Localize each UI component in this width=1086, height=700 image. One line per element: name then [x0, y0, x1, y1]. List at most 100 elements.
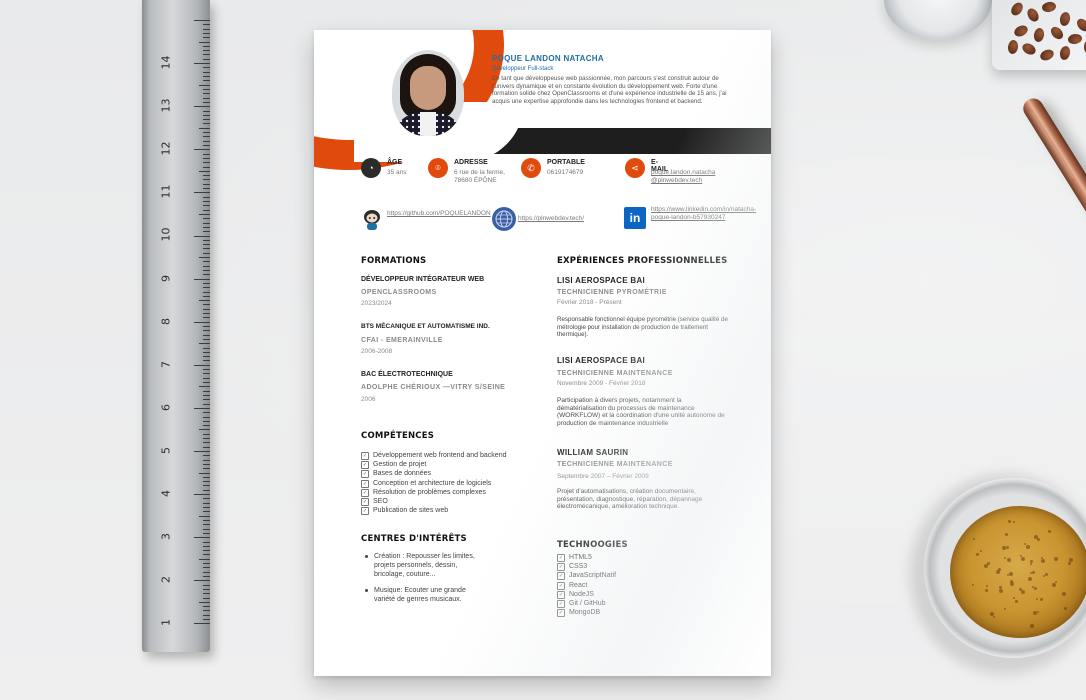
experience-date: Février 2018 - Présent — [557, 299, 622, 306]
crema-bubble — [1014, 599, 1018, 603]
coffee-bean — [1038, 47, 1056, 63]
list-item: ✓ Publication de sites web — [361, 507, 449, 516]
ruler-tick — [203, 140, 210, 142]
crema-bubble — [985, 585, 988, 588]
list-item: ✓ CSS3 — [557, 563, 588, 572]
ruler-tick — [203, 45, 210, 47]
ruler-tick — [203, 614, 210, 616]
crema-bubble — [1004, 607, 1007, 610]
ruler-tick — [199, 170, 210, 172]
ruler-tick — [199, 558, 210, 560]
age-icon: ◔ — [361, 158, 381, 178]
ruler-tick — [203, 179, 210, 181]
ruler-tick — [203, 222, 210, 224]
crema-bubble — [1067, 562, 1071, 566]
ruler-tick — [203, 71, 210, 73]
ruler-tick — [203, 24, 210, 26]
ruler-tick — [203, 571, 210, 573]
experience-position: TECHNICIENNE MAINTENANCE — [557, 370, 673, 377]
ruler-tick — [203, 606, 210, 608]
ruler-tick — [199, 343, 210, 345]
crema-bubble — [1068, 557, 1073, 562]
github-link[interactable]: https://github.com/POQUELANDON — [387, 210, 491, 218]
metal-ruler: 14 13 12 11 10 9 8 7 6 5 4 3 2 1 — [142, 0, 210, 652]
ruler-tick — [199, 300, 210, 302]
ruler-tick — [203, 244, 210, 246]
ruler-tick — [203, 28, 210, 30]
ruler-tick — [203, 196, 210, 198]
ruler-tick — [194, 321, 210, 323]
coffee-bean — [1074, 16, 1086, 34]
formations-title: FORMATIONS — [361, 256, 427, 266]
crema-bubble — [1061, 592, 1066, 597]
ruler-tick — [203, 282, 210, 284]
ruler-tick — [203, 524, 210, 526]
ruler-number: 7 — [159, 360, 173, 368]
crema-bubble — [1021, 557, 1026, 562]
ruler-tick — [203, 157, 210, 159]
ruler-tick — [203, 231, 210, 233]
coffee-bean — [1067, 33, 1083, 45]
crema-bubble — [1041, 559, 1046, 564]
crema-bubble — [985, 588, 989, 592]
email-value[interactable]: poque.landon.natacha @plnwebdev.tech — [651, 169, 737, 185]
list-item: ✓ Conception et architecture de logiciels — [361, 479, 492, 488]
ruler-tick — [194, 580, 210, 582]
crema-bubble — [1004, 557, 1007, 560]
ruler-tick — [203, 373, 210, 375]
ruler-tick — [203, 550, 210, 552]
ruler-tick — [203, 507, 210, 509]
ruler-tick — [194, 407, 210, 409]
ruler-tick — [203, 511, 210, 513]
formation-date: 2006 — [361, 396, 376, 403]
linkedin-link[interactable]: https://www.linkedin.com/in/natacha-poqu… — [651, 206, 756, 222]
ruler-tick — [203, 248, 210, 250]
ruler-tick — [203, 468, 210, 470]
list-item: ✓ Résolution de problèmes complexes — [361, 488, 486, 497]
ruler-tick — [203, 274, 210, 276]
interets-list: Création : Repousser les limites, projet… — [364, 552, 482, 611]
formation-date: 2023/2024 — [361, 300, 392, 307]
ruler-tick — [203, 136, 210, 138]
coffee-bean — [1007, 39, 1019, 55]
crema-bubble — [1048, 529, 1052, 533]
interets-title: CENTRES D'INTÉRÊTS — [361, 534, 467, 544]
website-link[interactable]: https://plnwebdev.tech/ — [518, 215, 584, 223]
check-icon: ✓ — [361, 452, 369, 460]
experience-position: TECHNICIENNE MAINTENANCE — [557, 461, 673, 468]
ruler-tick — [203, 119, 210, 121]
phone-icon: ✆ — [521, 158, 541, 178]
ruler-tick — [203, 162, 210, 164]
experience-description: Projet d'automatisations, création docum… — [557, 488, 703, 510]
ruler-tick — [194, 63, 210, 65]
ruler-tick — [203, 394, 210, 396]
ruler-tick — [203, 481, 210, 483]
experience-date: Septembre 2007 – Février 2009 — [557, 473, 649, 480]
ruler-number: 4 — [159, 490, 173, 497]
crema-bubble — [1039, 598, 1043, 602]
address-value: 6 rue de la ferme, 78680 ÉPÔNE — [454, 169, 505, 184]
check-icon: ✓ — [557, 572, 565, 581]
crema-bubble — [1026, 545, 1031, 550]
crema-bubble — [1041, 556, 1044, 559]
ruler-tick — [203, 403, 210, 405]
ruler-tick — [203, 563, 210, 565]
list-item: ✓ Développement web frontend and backend — [361, 452, 507, 460]
ruler-number: 9 — [159, 274, 173, 282]
ruler-tick — [203, 153, 210, 155]
check-icon: ✓ — [361, 507, 369, 516]
ruler-tick — [203, 502, 210, 504]
crema-bubble — [1020, 589, 1025, 594]
ruler-tick — [203, 575, 210, 577]
crema-bubble — [1005, 546, 1009, 550]
ruler-tick — [194, 106, 210, 108]
ruler-tick — [203, 76, 210, 78]
crema-bubble — [1029, 623, 1034, 628]
ruler-tick — [203, 308, 210, 310]
ruler-tick — [194, 364, 210, 366]
experience-company: LISI AEROSPACE BAI — [557, 276, 646, 285]
check-icon: ✓ — [557, 600, 565, 609]
ruler-tick — [203, 338, 210, 340]
experiences-title: EXPÉRIENCES PROFESSIONNELLES — [557, 256, 728, 266]
list-item: ✓ JavaScriptNatif — [557, 572, 617, 581]
